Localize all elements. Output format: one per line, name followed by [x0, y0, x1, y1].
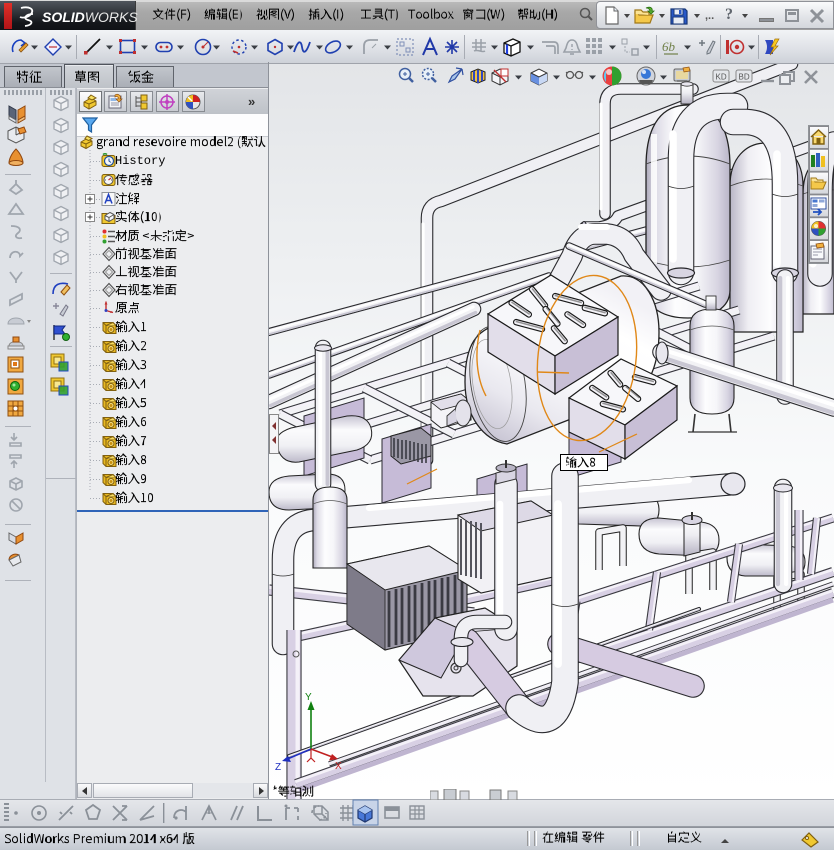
svg-text:X: X [335, 761, 342, 772]
svg-text:Z: Z [275, 762, 281, 773]
svg-text:Y: Y [305, 692, 312, 703]
svg-text:BD: BD [739, 73, 750, 82]
svg-text:KD: KD [716, 73, 727, 82]
svg-text:6b: 6b [662, 39, 676, 54]
